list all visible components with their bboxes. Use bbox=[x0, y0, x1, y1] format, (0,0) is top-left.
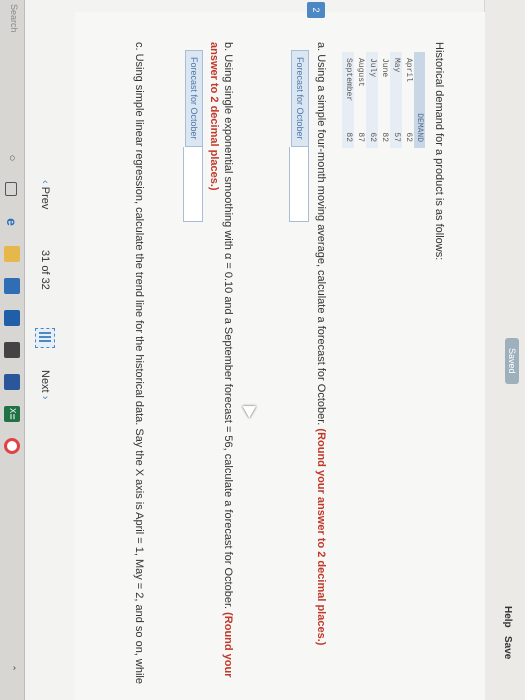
part-b-question: b. Using single exponential smoothing wi… bbox=[207, 42, 235, 692]
help-link[interactable]: Help bbox=[502, 606, 513, 628]
mail-icon[interactable] bbox=[4, 310, 20, 326]
top-bar: Saved Help Save bbox=[484, 0, 525, 700]
demand-table: DEMAND April 62 May 57 June 82 July 62 Augus… bbox=[342, 52, 425, 149]
month-cell: September bbox=[342, 52, 354, 108]
part-a-text: a. Using a simple four-month moving aver… bbox=[315, 42, 327, 426]
demand-cell: 87 bbox=[356, 132, 365, 143]
chrome-browser-icon[interactable] bbox=[4, 438, 20, 454]
table-row: April 62 bbox=[402, 52, 414, 148]
part-b-text: b. Using single exponential smoothing wi… bbox=[222, 42, 234, 610]
table-row: July 62 bbox=[366, 52, 378, 149]
page-counter: 31 of 32 bbox=[39, 250, 51, 290]
table-header-demand: DEMAND bbox=[414, 107, 425, 149]
media-player-icon[interactable] bbox=[4, 342, 20, 358]
edge-browser-icon[interactable]: e bbox=[4, 214, 20, 230]
part-b-answer-label: Forecast for October bbox=[185, 50, 203, 147]
demand-cell: 57 bbox=[390, 107, 402, 149]
table-header-month bbox=[414, 52, 425, 108]
page-of: of bbox=[39, 265, 51, 275]
system-tray-icon[interactable]: ⌃ bbox=[4, 660, 20, 676]
screen: Saved Help Save 2 Historical demand for … bbox=[0, 0, 525, 700]
table-row: September 82 bbox=[342, 52, 354, 149]
taskbar-search-input[interactable]: Search bbox=[5, 4, 19, 114]
part-a-answer-row: Forecast for October bbox=[289, 50, 309, 222]
month-cell: April bbox=[404, 58, 413, 83]
part-a-rounding-note: (Round your answer to 2 decimal places.) bbox=[315, 428, 327, 646]
chevron-right-icon: › bbox=[39, 395, 51, 400]
saved-status-badge: Saved bbox=[505, 338, 519, 384]
month-cell: August bbox=[356, 58, 365, 87]
current-page: 31 bbox=[39, 250, 51, 263]
part-a-answer-label: Forecast for October bbox=[291, 50, 309, 147]
chevron-left-icon: ‹ bbox=[39, 180, 51, 184]
table-row: August 87 bbox=[354, 52, 366, 148]
excel-app-icon[interactable]: X≣ bbox=[4, 406, 20, 422]
save-link[interactable]: Save bbox=[502, 636, 513, 659]
part-c-text: c. Using simple linear regression, calcu… bbox=[133, 42, 145, 684]
prev-label: Prev bbox=[39, 186, 51, 210]
next-button[interactable]: Next › bbox=[39, 370, 51, 399]
taskbar: Search ○ e X≣ ⌃ bbox=[0, 0, 25, 700]
part-a-question: a. Using a simple four-month moving aver… bbox=[315, 42, 327, 645]
demand-cell: 62 bbox=[404, 132, 413, 143]
demand-cell: 62 bbox=[366, 107, 378, 149]
table-row: June 82 bbox=[378, 52, 390, 148]
task-view-icon[interactable] bbox=[5, 182, 17, 196]
month-cell: June bbox=[380, 58, 389, 78]
question-area: 2 Historical demand for a product is as … bbox=[75, 2, 485, 700]
question-navigation: ‹ Prev 31 of 32 Next › bbox=[31, 180, 55, 600]
mouse-cursor-icon bbox=[242, 399, 260, 419]
store-icon[interactable] bbox=[4, 278, 20, 294]
part-b-answer-row: Forecast for October bbox=[183, 50, 203, 222]
total-pages: 32 bbox=[39, 277, 51, 290]
next-label: Next bbox=[39, 370, 51, 393]
table-row: May 57 bbox=[390, 52, 402, 149]
part-c-question: c. Using simple linear regression, calcu… bbox=[133, 42, 145, 700]
part-b-answer-input[interactable] bbox=[183, 146, 203, 222]
demand-cell: 82 bbox=[342, 107, 354, 149]
file-explorer-icon[interactable] bbox=[4, 246, 20, 262]
microphone-icon[interactable]: ○ bbox=[4, 150, 20, 166]
question-number-badge[interactable]: 2 bbox=[307, 2, 325, 18]
prev-button[interactable]: ‹ Prev bbox=[39, 180, 51, 209]
word-app-icon[interactable] bbox=[4, 374, 20, 390]
question-intro: Historical demand for a product is as fo… bbox=[433, 42, 445, 261]
month-cell: May bbox=[390, 52, 402, 108]
month-cell: July bbox=[366, 52, 378, 108]
part-a-answer-input[interactable] bbox=[289, 146, 309, 222]
question-grid-icon[interactable] bbox=[35, 328, 55, 348]
demand-cell: 82 bbox=[380, 132, 389, 143]
